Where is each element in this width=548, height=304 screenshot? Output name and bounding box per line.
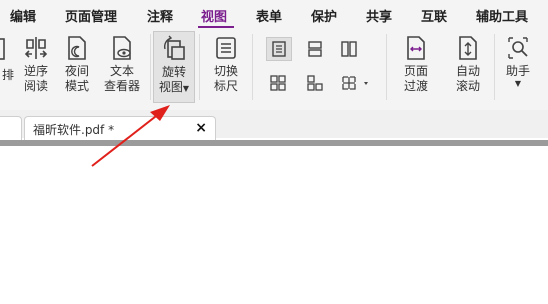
annotation-arrow-icon: [91, 105, 170, 167]
